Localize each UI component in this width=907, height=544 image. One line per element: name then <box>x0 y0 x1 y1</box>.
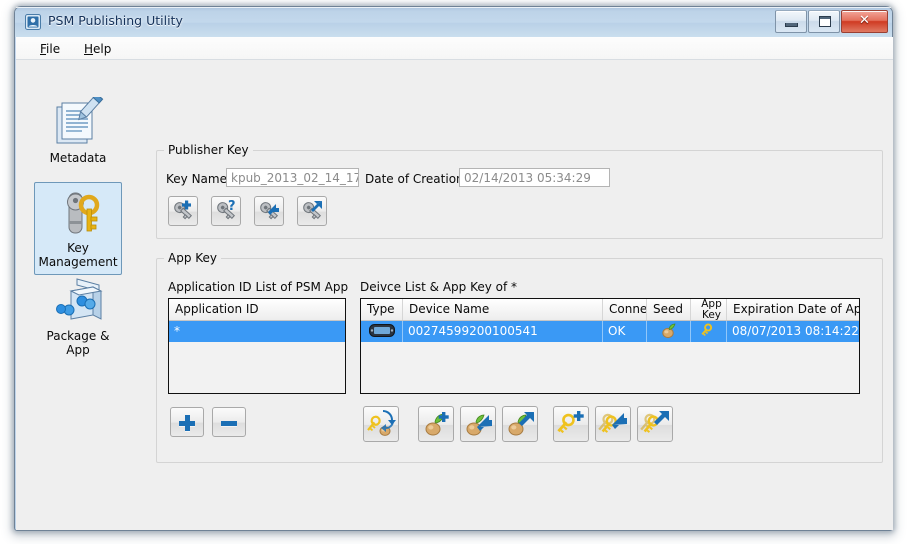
create-seed-button[interactable] <box>418 406 454 442</box>
device-list-label: Deivce List & App Key of * <box>360 280 518 294</box>
app-icon <box>25 14 41 30</box>
close-button[interactable]: ✕ <box>841 10 888 33</box>
close-icon: ✕ <box>859 13 870 28</box>
sidebar-item-package-app[interactable]: Package & App <box>34 270 122 363</box>
export-seed-button[interactable] <box>502 406 538 442</box>
gold-key-icon <box>700 323 717 342</box>
date-of-creation-label: Date of Creation <box>365 172 464 186</box>
menu-help-rest: elp <box>93 42 112 56</box>
application-id-list-label: Application ID List of PSM App <box>168 280 349 294</box>
column-header-app-key: App Key <box>691 299 727 320</box>
create-publisher-key-button[interactable] <box>168 196 198 226</box>
window-title: PSM Publishing Utility <box>48 13 183 28</box>
query-publisher-key-button[interactable]: ? <box>211 196 241 226</box>
package-app-icon <box>35 275 121 327</box>
sidebar-item-key-management-label: Key Management <box>38 241 118 269</box>
device-list-row[interactable]: 00274599200100541 OK 08/07/2013 08:14:22 <box>361 321 859 342</box>
create-app-key-button[interactable] <box>553 406 589 442</box>
import-app-key-button[interactable] <box>595 406 631 442</box>
cell-device-name: 00274599200100541 <box>403 321 603 342</box>
key-name-label: Key Name <box>166 172 227 186</box>
cell-conne: OK <box>603 321 647 342</box>
psp-device-icon <box>368 324 395 341</box>
refresh-device-list-button[interactable] <box>363 406 399 442</box>
column-header-application-id: Application ID <box>175 302 259 316</box>
key-name-field[interactable]: kpub_2013_02_14_1730 <box>226 168 359 187</box>
app-key-group-title: App Key <box>164 251 222 265</box>
export-publisher-key-button[interactable] <box>297 196 327 226</box>
column-header-device-name: Device Name <box>403 299 603 320</box>
sidebar: Metadata Key Management Package & App <box>16 60 142 530</box>
menu-file-rest: ile <box>46 42 61 56</box>
menu-bar: File Help <box>16 37 893 60</box>
maximize-icon <box>819 16 831 27</box>
sidebar-item-metadata-label: Metadata <box>49 151 107 165</box>
menu-help-accel: H <box>84 42 94 56</box>
cell-application-id: * <box>174 324 180 338</box>
menu-item-help[interactable]: Help <box>78 41 117 57</box>
client-area: Metadata Key Management Package & App Pu… <box>16 60 893 530</box>
cell-app-key <box>691 321 727 342</box>
key-management-icon <box>35 187 121 239</box>
svg-text:?: ? <box>228 199 236 214</box>
application-window: PSM Publishing Utility ✕ File Help Metad… <box>14 6 893 531</box>
device-list-header: Type Device Name Conne Seed App Key Expi… <box>361 299 859 321</box>
screenshot-root: PSM Publishing Utility ✕ File Help Metad… <box>0 0 907 544</box>
menu-item-file[interactable]: File <box>34 41 66 57</box>
column-header-type: Type <box>361 299 403 320</box>
add-application-id-button[interactable] <box>170 407 204 437</box>
date-of-creation-field[interactable]: 02/14/2013 05:34:29 <box>459 168 610 187</box>
sidebar-item-key-management[interactable]: Key Management <box>34 182 122 275</box>
column-header-expiration: Expiration Date of App Key <box>733 302 859 316</box>
application-id-list-header: Application ID <box>169 299 345 321</box>
column-header-conne: Conne <box>603 299 647 320</box>
publisher-key-group-title: Publisher Key <box>164 143 253 157</box>
device-list-table[interactable]: Type Device Name Conne Seed App Key Expi… <box>360 298 860 394</box>
title-bar: PSM Publishing Utility ✕ <box>15 7 892 37</box>
import-publisher-key-button[interactable] <box>254 196 284 226</box>
seed-icon <box>660 323 678 342</box>
column-header-app-key-line2: Key <box>701 309 722 321</box>
maximize-button[interactable] <box>808 10 840 33</box>
application-id-row[interactable]: * <box>169 321 345 342</box>
sidebar-item-package-app-label: Package & App <box>46 329 110 357</box>
minimize-button[interactable] <box>775 10 807 33</box>
sidebar-item-metadata[interactable]: Metadata <box>34 92 122 171</box>
minimize-icon <box>785 23 798 27</box>
cell-expiration: 08/07/2013 08:14:22 <box>732 324 859 338</box>
column-header-seed: Seed <box>647 299 691 320</box>
cell-seed <box>647 321 691 342</box>
remove-application-id-button[interactable] <box>212 407 246 437</box>
import-seed-button[interactable] <box>460 406 496 442</box>
cell-device-type <box>361 321 403 342</box>
export-app-key-button[interactable] <box>637 406 673 442</box>
application-id-list[interactable]: Application ID * <box>168 298 346 394</box>
window-controls: ✕ <box>774 10 888 33</box>
metadata-icon <box>35 93 121 149</box>
